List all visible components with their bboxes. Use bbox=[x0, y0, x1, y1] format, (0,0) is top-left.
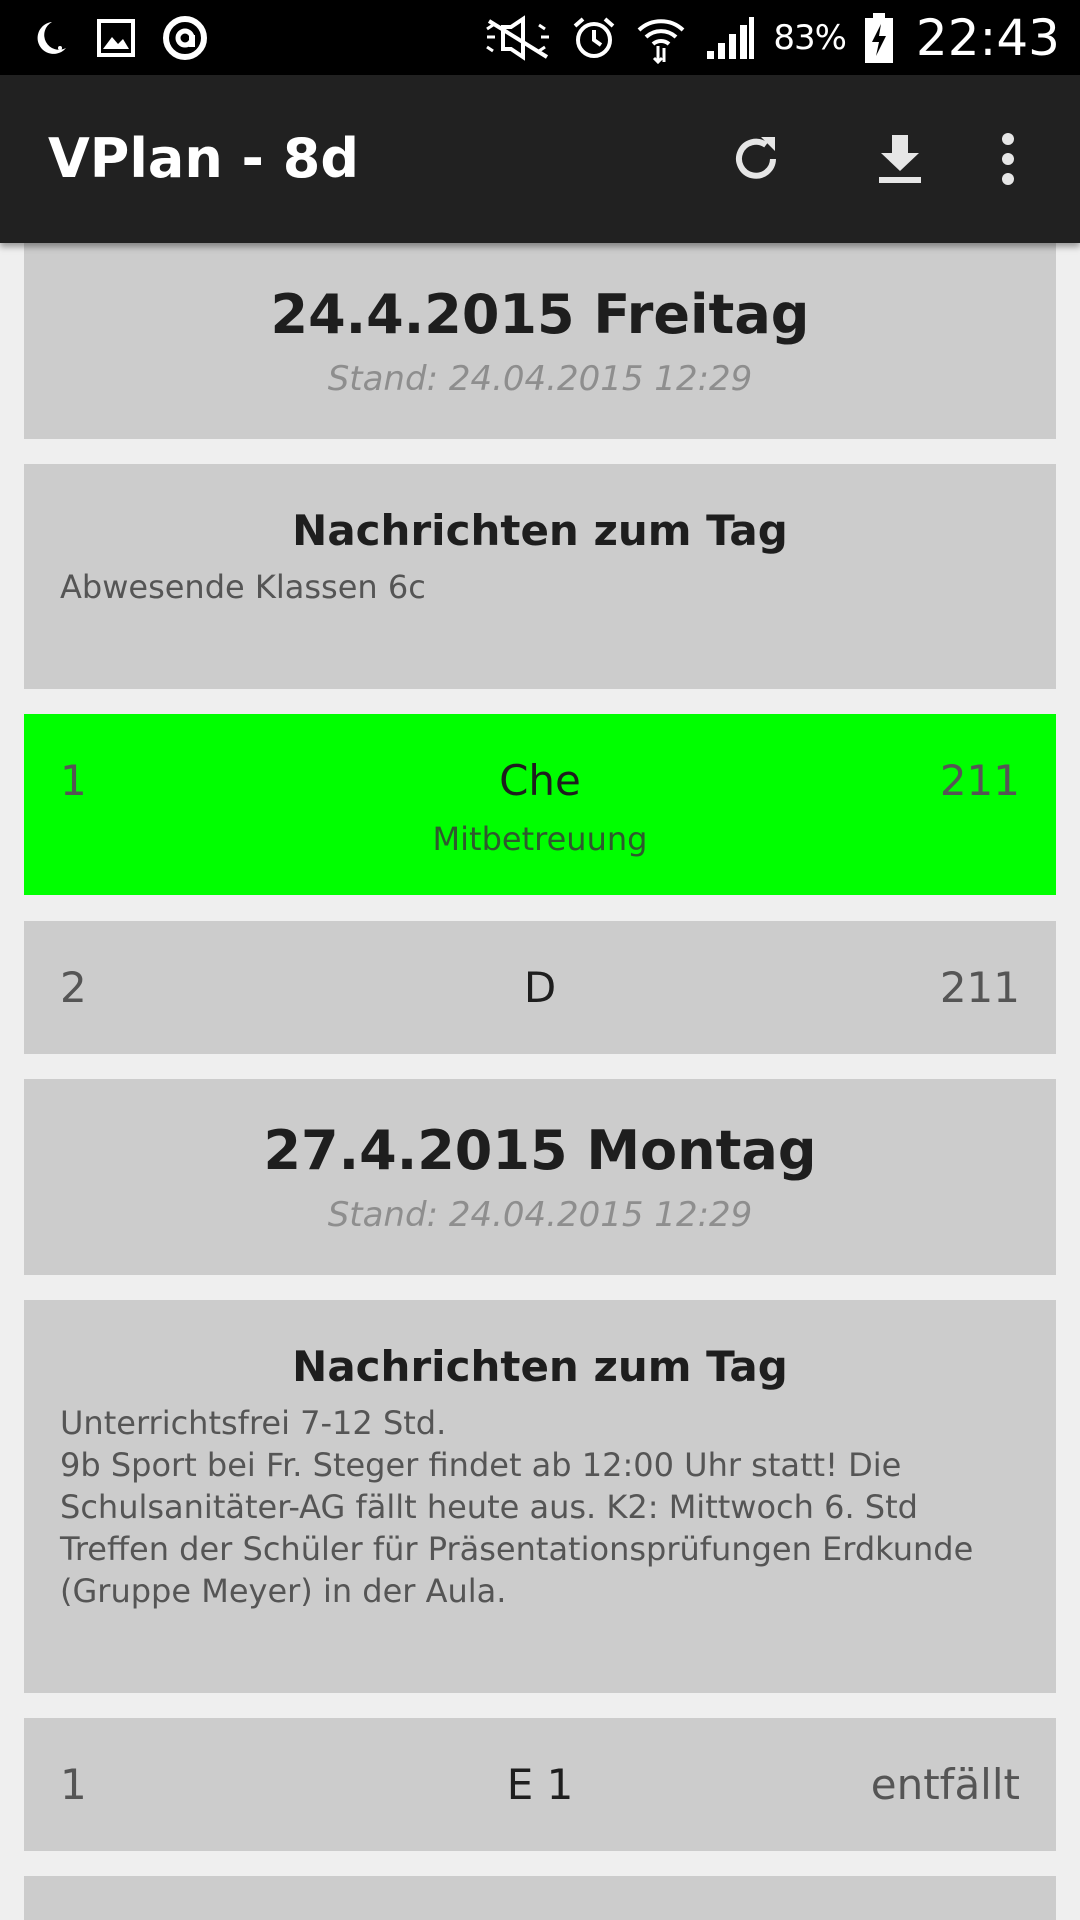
moon-icon bbox=[37, 21, 66, 54]
refresh-button[interactable] bbox=[706, 75, 806, 243]
status-bar: 83% 22:43 bbox=[0, 0, 1080, 75]
wifi-icon bbox=[637, 18, 685, 64]
row-note: Mitbetreuung bbox=[432, 820, 648, 858]
messages-title: Nachrichten zum Tag bbox=[292, 506, 788, 555]
day-title: 27.4.2015 Montag bbox=[263, 1119, 817, 1182]
signal-icon bbox=[707, 16, 755, 59]
messages-text: Abwesende Klassen 6c bbox=[60, 568, 426, 606]
circle-app-icon bbox=[163, 15, 207, 60]
substitution-row[interactable]: 1 Che 211 Mitbetreuung bbox=[24, 714, 1056, 895]
battery-percentage: 83% bbox=[773, 17, 847, 58]
battery-charging-icon bbox=[864, 12, 893, 63]
day-messages-card: Nachrichten zum Tag Unterrichtsfrei 7-12… bbox=[24, 1300, 1056, 1693]
day-header-card: 24.4.2015 Freitag Stand: 24.04.2015 12:2… bbox=[24, 243, 1056, 439]
status-right-icons: 83% 22:43 bbox=[483, 0, 1060, 75]
substitution-row[interactable]: 2 D 211 bbox=[24, 921, 1056, 1054]
alarm-icon bbox=[574, 16, 615, 58]
app-bar: VPlan - 8d bbox=[0, 75, 1080, 243]
day-messages-card: Nachrichten zum Tag Abwesende Klassen 6c bbox=[24, 464, 1056, 689]
row-subject: Che bbox=[499, 756, 581, 805]
overflow-menu-button[interactable] bbox=[958, 75, 1058, 243]
row-room: 211 bbox=[939, 963, 1020, 1012]
messages-text: Unterrichtsfrei 7-12 Std. 9b Sport bei F… bbox=[60, 1404, 974, 1610]
gallery-icon bbox=[97, 18, 135, 57]
substitution-row[interactable]: 1 E 1 entfällt bbox=[24, 1718, 1056, 1851]
messages-title: Nachrichten zum Tag bbox=[292, 1342, 788, 1391]
day-header-card: 27.4.2015 Montag Stand: 24.04.2015 12:29 bbox=[24, 1079, 1056, 1275]
substitution-list[interactable]: 24.4.2015 Freitag Stand: 24.04.2015 12:2… bbox=[0, 243, 1080, 1920]
overflow-menu-icon bbox=[1002, 133, 1014, 185]
row-room: entfällt bbox=[870, 1760, 1020, 1809]
day-stand-timestamp: Stand: 24.04.2015 12:29 bbox=[327, 359, 753, 399]
day-stand-timestamp: Stand: 24.04.2015 12:29 bbox=[327, 1195, 753, 1235]
app-title: VPlan - 8d bbox=[48, 127, 360, 190]
row-subject: D bbox=[523, 963, 557, 1012]
refresh-icon bbox=[736, 137, 776, 179]
download-button[interactable] bbox=[850, 75, 950, 243]
download-icon bbox=[879, 135, 921, 183]
status-left-icons bbox=[30, 0, 208, 75]
day-title: 24.4.2015 Freitag bbox=[270, 283, 810, 346]
mute-icon bbox=[486, 14, 550, 61]
status-clock: 22:43 bbox=[915, 8, 1060, 67]
row-room: 211 bbox=[939, 756, 1020, 805]
substitution-row-partial[interactable] bbox=[24, 1876, 1056, 1920]
